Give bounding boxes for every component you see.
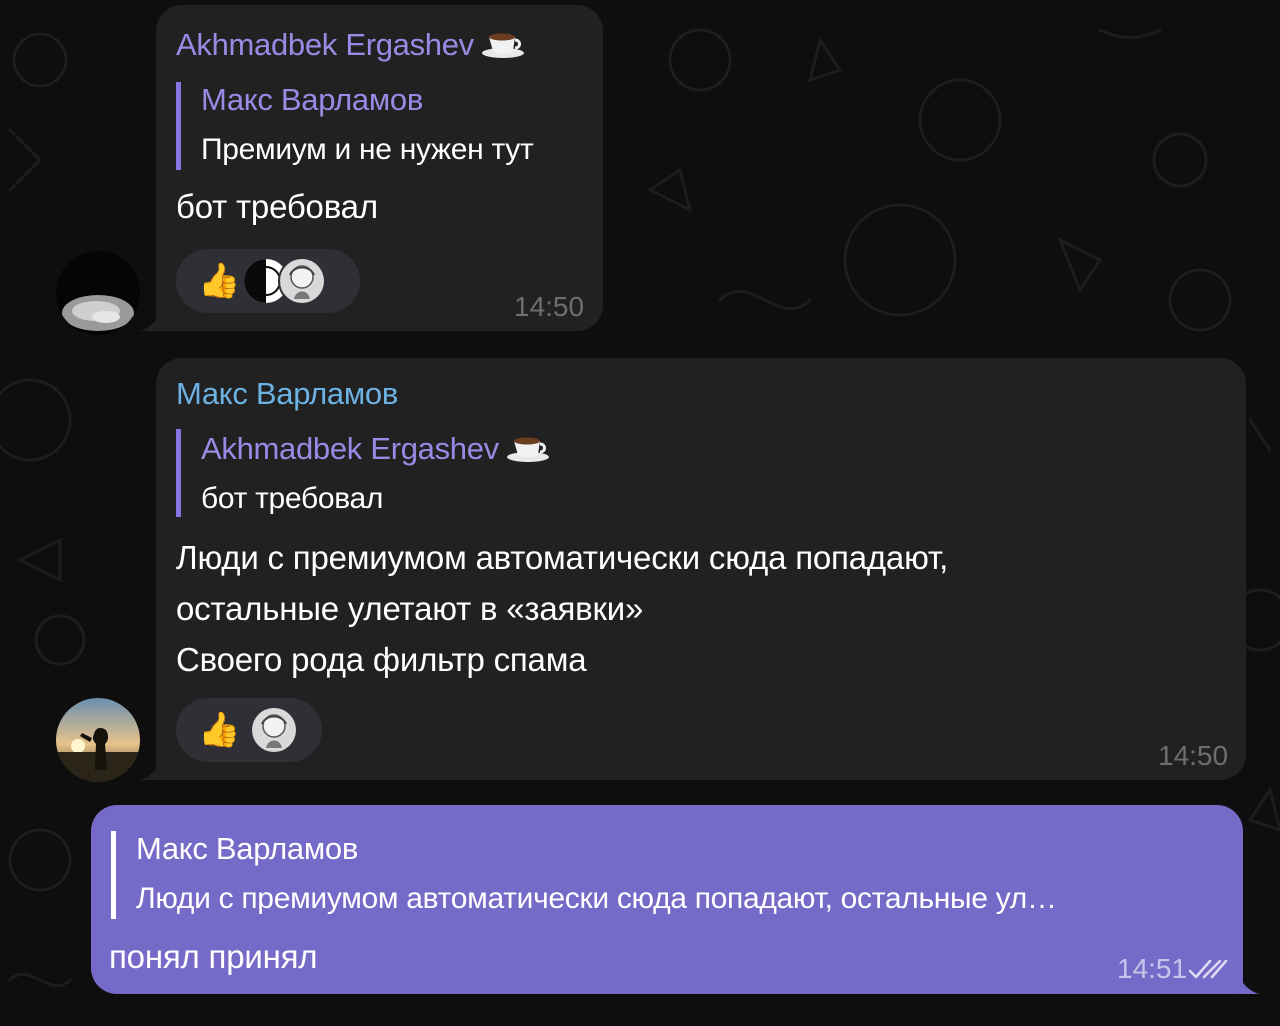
reply-text: Люди с премиумом автоматически сюда попа… <box>136 882 1057 915</box>
message-time: 14:51 <box>1117 953 1188 984</box>
message-time: 14:50 <box>1158 740 1229 771</box>
reply-preview[interactable]: Макс Варламов Люди с премиумом автоматич… <box>111 831 1211 919</box>
message-bubble[interactable]: Akhmadbek Ergashev Макс Варламов Премиум… <box>140 5 603 331</box>
message-text: понял принял <box>109 938 318 975</box>
reply-text: бот требовал <box>201 482 384 515</box>
reply-preview[interactable]: Akhmadbek Ergashev бот требовал <box>176 429 551 517</box>
reply-preview[interactable]: Макс Варламов Премиум и не нужен тут <box>176 82 534 170</box>
bubble-tail <box>140 758 162 780</box>
double-check-icon <box>1188 959 1228 979</box>
thumbs-up-emoji-icon: 👍 <box>198 710 241 750</box>
sender-avatar-akhmadbek[interactable] <box>56 251 140 335</box>
anime-girl-avatar-icon <box>278 257 326 305</box>
thumbs-up-emoji-icon: 👍 <box>198 261 241 301</box>
reply-text: Премиум и не нужен тут <box>201 133 534 166</box>
sender-avatar-maks[interactable] <box>56 698 140 782</box>
reaction-chip[interactable]: 👍 <box>176 249 360 313</box>
message-bubble[interactable]: Макс Варламов Akhmadbek Ergashev бот тре… <box>140 358 1246 780</box>
sender-name[interactable]: Макс Варламов <box>176 376 398 412</box>
sender-name[interactable]: Akhmadbek Ergashev <box>176 25 526 63</box>
reply-sender-name: Макс Варламов <box>136 831 358 866</box>
anime-girl-avatar-icon <box>250 706 298 754</box>
bubble-tail <box>1237 972 1259 994</box>
coffee-emoji-icon <box>506 437 549 462</box>
reaction-chip[interactable]: 👍 <box>176 698 322 762</box>
reply-sender-name: Макс Варламов <box>201 82 423 117</box>
reply-sender-name: Akhmadbek Ergashev <box>201 429 551 467</box>
message-text: Люди с премиумом автоматически сюда попа… <box>176 539 949 678</box>
message-bubble-outgoing[interactable]: Макс Варламов Люди с премиумом автоматич… <box>91 805 1259 994</box>
message-time: 14:50 <box>514 291 585 322</box>
message-text: бот требовал <box>176 188 378 225</box>
bubble-tail <box>140 309 162 331</box>
coffee-emoji-icon <box>481 33 524 58</box>
